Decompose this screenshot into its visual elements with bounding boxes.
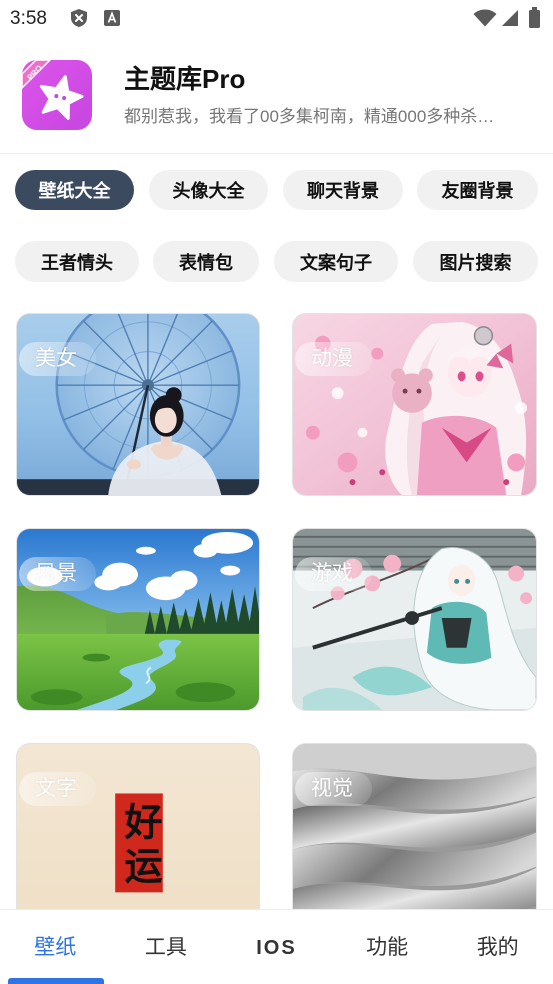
status-bar: 3:58 xyxy=(0,0,553,36)
category-chip-couple-avatar[interactable]: 王者情头 xyxy=(15,241,139,282)
card-label: 风景 xyxy=(19,557,96,591)
font-a-icon xyxy=(104,10,120,26)
status-time: 3:58 xyxy=(10,8,47,29)
app-subtitle: 都别惹我，我看了00多集柯南，精通000多种杀… xyxy=(124,107,495,126)
wallpaper-card-text[interactable]: 好运 文字 xyxy=(16,743,260,926)
category-chip-avatar[interactable]: 头像大全 xyxy=(149,170,268,210)
nav-item-mine[interactable]: 我的 xyxy=(442,910,553,984)
nav-item-wallpaper[interactable]: 壁纸 xyxy=(0,910,111,984)
wifi-icon xyxy=(473,9,497,27)
bottom-nav: 壁纸 工具 IOS 功能 我的 xyxy=(0,909,553,984)
shield-x-icon xyxy=(71,9,87,27)
wallpaper-card-scenery[interactable]: 风景 xyxy=(16,528,260,711)
card-label: 视觉 xyxy=(295,772,372,806)
card-label: 文字 xyxy=(19,772,96,806)
cell-signal-icon xyxy=(502,10,518,26)
wallpaper-card-game[interactable]: 游戏 xyxy=(292,528,537,711)
category-chip-stickers[interactable]: 表情包 xyxy=(153,241,259,282)
category-chip-image-search[interactable]: 图片搜索 xyxy=(413,241,538,282)
card-label: 游戏 xyxy=(295,557,372,591)
header-divider xyxy=(0,153,553,154)
category-chip-moments-background[interactable]: 友圈背景 xyxy=(417,170,538,210)
nav-item-tools[interactable]: 工具 xyxy=(111,910,222,984)
card-label: 动漫 xyxy=(295,342,372,376)
wallpaper-card-anime[interactable]: 动漫 xyxy=(292,313,537,496)
category-chip-copywriting[interactable]: 文案句子 xyxy=(274,241,398,282)
nav-item-ios[interactable]: IOS xyxy=(221,910,332,984)
wallpaper-card-visual[interactable]: 视觉 xyxy=(292,743,537,926)
calligraphy-text: 好运 xyxy=(118,802,163,890)
nav-active-indicator xyxy=(8,978,104,984)
app-screen: 3:58 PRO 主题库Pro 都别惹我，我看了00多集柯南，精通000多种杀…… xyxy=(0,0,553,984)
nav-item-features[interactable]: 功能 xyxy=(332,910,443,984)
category-chip-chat-background[interactable]: 聊天背景 xyxy=(283,170,403,210)
battery-icon xyxy=(529,7,540,28)
category-chip-wallpaper[interactable]: 壁纸大全 xyxy=(15,170,134,210)
wallpaper-card-beauty[interactable]: 美女 xyxy=(16,313,260,496)
card-label: 美女 xyxy=(19,342,96,376)
app-logo: PRO xyxy=(22,60,92,130)
app-title: 主题库Pro xyxy=(124,64,246,94)
